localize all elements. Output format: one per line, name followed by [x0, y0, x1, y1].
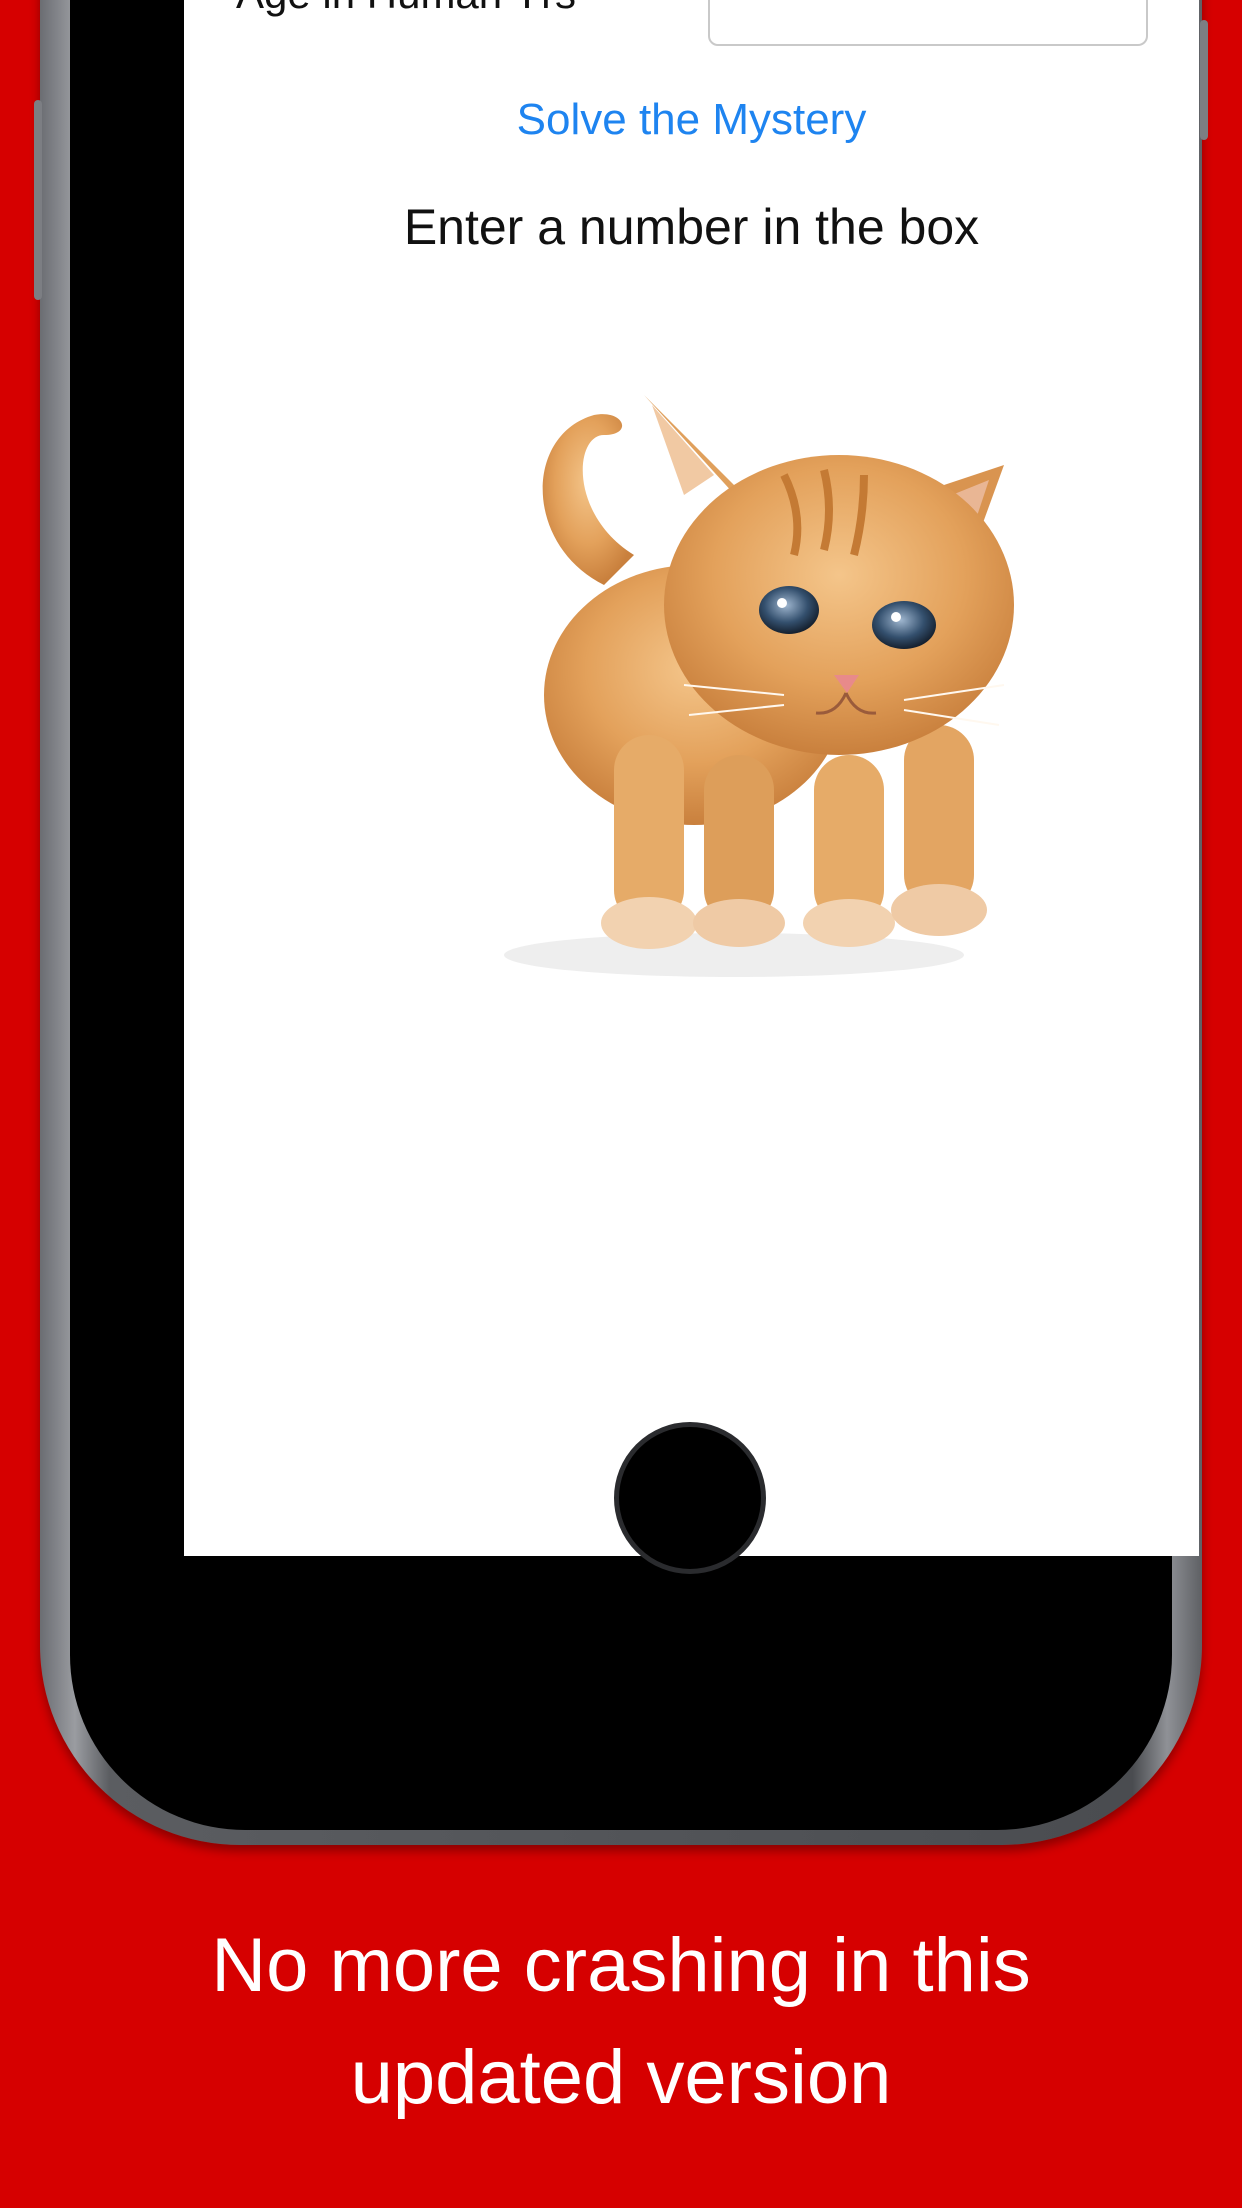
phone-frame: Age in Human Yrs Solve the Mystery Enter…: [34, 0, 1208, 1845]
caption-line-2: updated version: [350, 2035, 892, 2120]
solve-mystery-button[interactable]: Solve the Mystery: [184, 94, 1199, 146]
result-message: Enter a number in the box: [403, 199, 980, 255]
volume-down-button: [34, 160, 42, 250]
promo-caption: No more crashing in this updated version: [0, 1910, 1242, 2134]
kitten-image: [504, 395, 1014, 977]
age-label: Age in Human Yrs: [236, 0, 576, 18]
phone-bezel: Age in Human Yrs Solve the Mystery Enter…: [70, 0, 1199, 1830]
age-input[interactable]: [708, 0, 1148, 46]
power-button: [1200, 20, 1208, 140]
home-button[interactable]: [614, 1422, 766, 1574]
caption-line-1: No more crashing in this: [211, 1923, 1031, 2008]
app-screen: Age in Human Yrs Solve the Mystery Enter…: [184, 0, 1199, 1556]
